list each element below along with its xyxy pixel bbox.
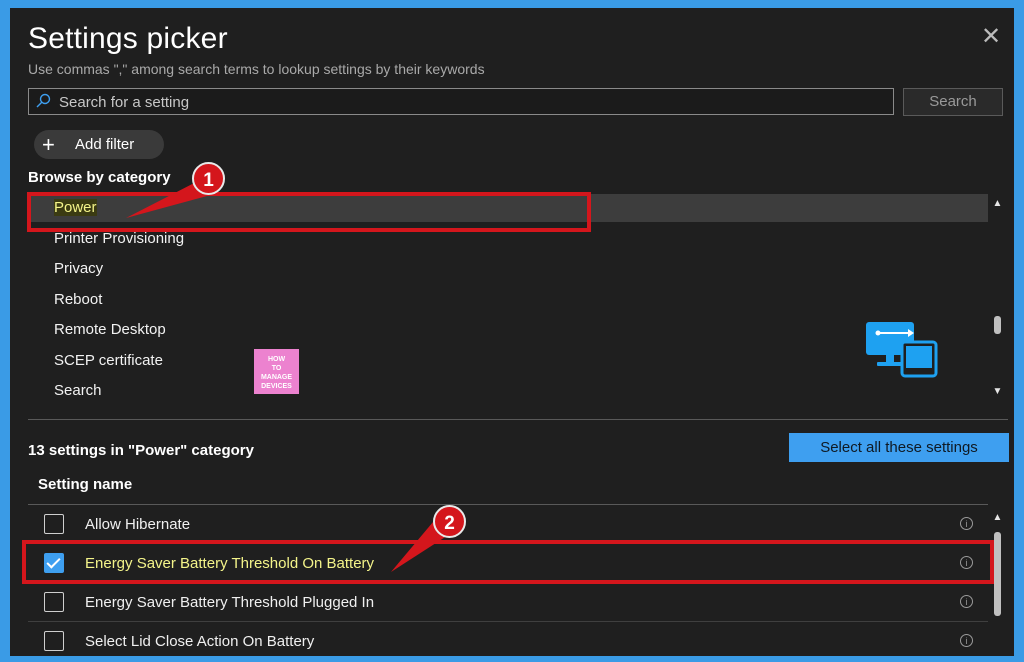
info-icon[interactable]: i (960, 595, 973, 608)
add-filter-button[interactable]: + Add filter (34, 130, 164, 159)
category-label: Reboot (54, 291, 103, 308)
scroll-thumb[interactable] (994, 532, 1001, 616)
setting-name: Select Lid Close Action On Battery (85, 633, 315, 650)
setting-checkbox[interactable] (44, 592, 64, 612)
settings-picker-panel: Settings picker ✕ Use commas "," among s… (10, 8, 1014, 656)
how-to-manage-devices-logo: HOW TO MANAGE DEVICES (254, 349, 299, 394)
search-icon (36, 93, 51, 108)
category-label: Search (54, 382, 102, 399)
category-item-search[interactable]: Search (28, 377, 988, 405)
setting-row[interactable]: Energy Saver Battery Threshold Plugged I… (28, 584, 988, 622)
category-item-privacy[interactable]: Privacy (28, 255, 988, 283)
search-button[interactable]: Search (903, 88, 1003, 116)
category-item-reboot[interactable]: Reboot (28, 286, 988, 314)
close-icon[interactable]: ✕ (978, 24, 1004, 50)
search-input[interactable] (57, 90, 881, 115)
column-header-setting-name: Setting name (38, 476, 133, 493)
info-icon[interactable]: i (960, 634, 973, 647)
category-label: SCEP certificate (54, 352, 163, 369)
category-item-remote-desktop[interactable]: Remote Desktop (28, 316, 988, 344)
remote-desktop-icon (866, 322, 938, 378)
plus-icon: + (42, 132, 55, 157)
setting-row[interactable]: Select Lid Close Action On Battery i (28, 623, 988, 656)
category-scrollbar[interactable]: ▲ ▼ (991, 196, 1004, 400)
category-label: Remote Desktop (54, 321, 166, 338)
category-label: Privacy (54, 260, 104, 277)
info-icon[interactable]: i (960, 517, 973, 530)
section-divider (28, 419, 1008, 420)
setting-checkbox[interactable] (44, 631, 64, 651)
select-all-button[interactable]: Select all these settings (789, 433, 1009, 462)
scroll-up-icon[interactable]: ▲ (992, 512, 1003, 523)
scroll-up-icon[interactable]: ▲ (992, 198, 1003, 209)
search-field[interactable] (28, 88, 894, 115)
setting-name: Energy Saver Battery Threshold Plugged I… (85, 594, 375, 611)
dialog-subtitle: Use commas "," among search terms to loo… (28, 61, 485, 77)
add-filter-label: Add filter (75, 136, 135, 153)
category-item-scep-certificate[interactable]: SCEP certificate (28, 347, 988, 375)
scroll-down-icon[interactable]: ▼ (992, 386, 1003, 397)
settings-count-text: 13 settings in "Power" category (28, 442, 254, 459)
annotation-box-setting (22, 540, 994, 584)
setting-row[interactable]: Allow Hibernate i (28, 506, 988, 544)
callout-badge-1: 1 (192, 162, 225, 195)
annotation-box-category (27, 192, 591, 232)
category-label: Printer Provisioning (54, 230, 185, 247)
dialog-title: Settings picker (28, 22, 228, 55)
setting-name: Allow Hibernate (85, 516, 191, 533)
setting-checkbox[interactable] (44, 514, 64, 534)
callout-badge-2: 2 (433, 505, 466, 538)
scroll-thumb[interactable] (994, 316, 1001, 334)
header-divider (28, 504, 988, 505)
